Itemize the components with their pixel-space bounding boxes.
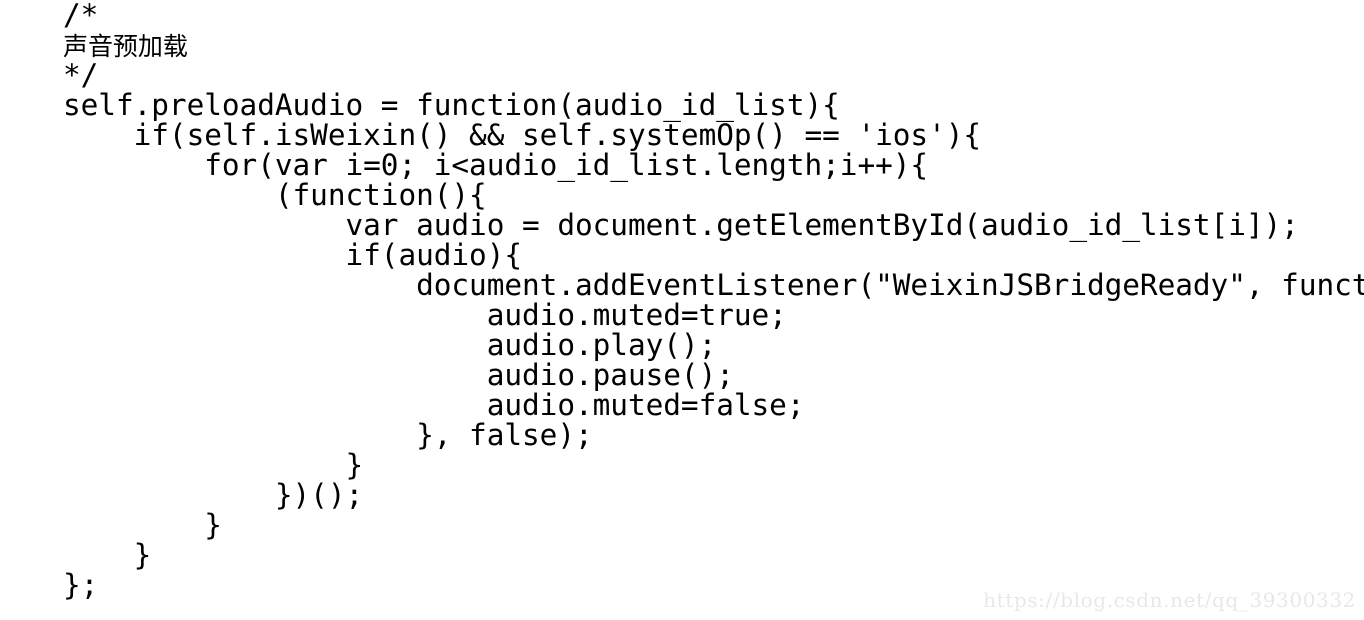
code-line: if(self.isWeixin() && self.systemOp() ==… xyxy=(63,118,982,152)
code-comment-cjk: 声音预加载 xyxy=(63,32,188,61)
code-line: }, false); xyxy=(63,418,593,452)
code-line: self.preloadAudio = function(audio_id_li… xyxy=(63,88,840,122)
code-line: })(); xyxy=(63,478,364,512)
code-line: } xyxy=(63,448,364,482)
watermark-text: https://blog.csdn.net/qq_39300332 xyxy=(983,588,1356,612)
code-line: } xyxy=(63,538,152,572)
code-line: document.addEventListener("WeixinJSBridg… xyxy=(416,268,1364,302)
code-line: /* xyxy=(63,0,99,32)
code-line: if(audio){ xyxy=(63,238,523,272)
code-line: for(var i=0; i<audio_id_list.length;i++)… xyxy=(63,148,929,182)
code-snippet: /* 声音预加载 */self.preloadAudio = function(au… xyxy=(63,0,1364,600)
code-line: (function(){ xyxy=(63,178,487,212)
code-line: } xyxy=(63,508,222,542)
code-line: audio.play(); xyxy=(63,328,717,362)
code-line: audio.pause(); xyxy=(63,358,734,392)
code-line: var audio = document.getElementById(audi… xyxy=(63,208,1299,242)
code-line: */ xyxy=(63,58,99,92)
code-line: audio.muted=false; xyxy=(63,388,805,422)
code-line: audio.muted=true; xyxy=(63,298,787,332)
code-line: 声音预加载 xyxy=(63,30,1364,61)
